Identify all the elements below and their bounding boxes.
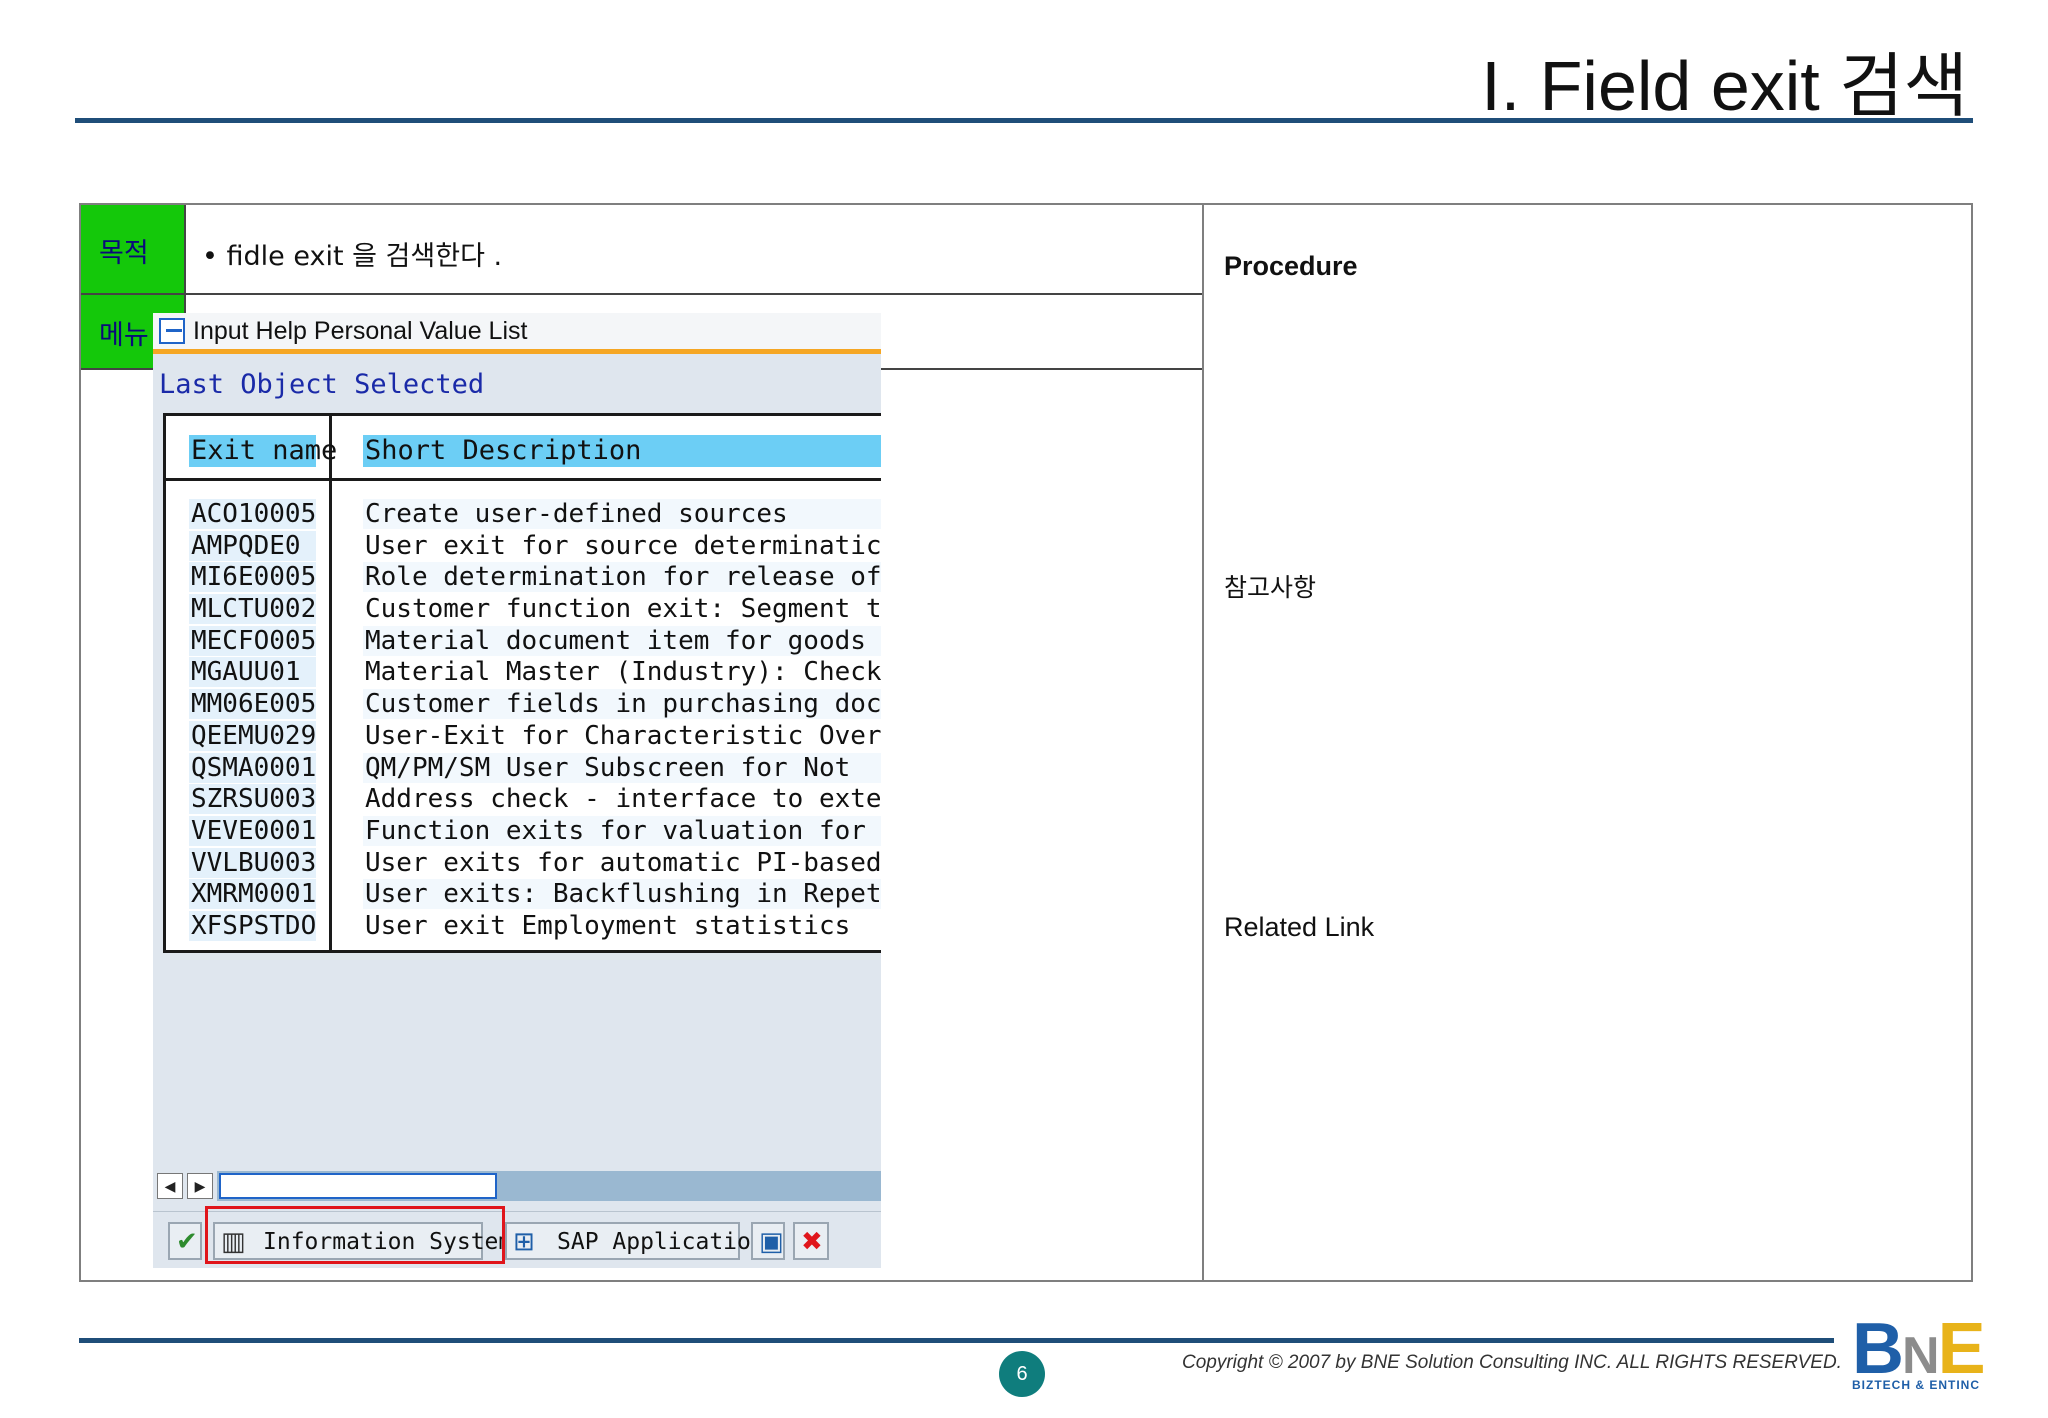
list-item[interactable]: QEEMU029 User-Exit for Characteristic Ove… xyxy=(165,720,881,753)
page-number: 6 xyxy=(999,1351,1045,1397)
short-description-cell: Address check - interface to exte xyxy=(363,784,881,815)
exit-name-cell: SZRSU003 xyxy=(189,784,316,815)
list-item[interactable]: XFSPSTDO User exit Employment statistics xyxy=(165,910,881,943)
exit-name-cell: ACO10005 xyxy=(189,499,316,529)
save-button[interactable]: ▣ xyxy=(751,1222,785,1260)
list-item[interactable]: QSMA0001 QM/PM/SM User Subscreen for Not xyxy=(165,752,881,785)
short-description-cell: Function exits for valuation for xyxy=(363,815,881,846)
list-caption: Last Object Selected xyxy=(159,369,485,400)
list-item[interactable]: ACO10005 Create user-defined sources xyxy=(165,499,881,531)
exit-list: ACO10005 Create user-defined sources AMPQD… xyxy=(165,499,881,943)
short-description-cell: Role determination for release of xyxy=(363,562,881,593)
sap-applications-button[interactable]: ⊞ SAP Applications xyxy=(505,1222,779,1260)
exit-name-cell: MI6E0005 xyxy=(189,562,316,593)
hierarchy-icon: ⊞ xyxy=(513,1226,535,1256)
list-item[interactable]: AMPQDE0 User exit for source determinatic xyxy=(165,530,881,563)
related-link-heading: Related Link xyxy=(1224,912,1375,942)
short-description-cell: Create user-defined sources xyxy=(363,499,881,529)
titlebar-accent xyxy=(153,349,881,354)
input-help-dialog: Input Help Personal Value List Last Obje… xyxy=(153,313,881,1268)
short-description-cell: QM/PM/SM User Subscreen for Not xyxy=(363,752,881,783)
scroll-right-icon[interactable]: ▶ xyxy=(187,1173,213,1199)
short-description-cell: User exit Employment statistics xyxy=(363,910,881,941)
scrollbar-thumb[interactable] xyxy=(219,1173,497,1199)
title-divider xyxy=(75,118,1973,123)
column-header-exit-name[interactable]: Exit name xyxy=(189,435,337,467)
logo-subtext: BIZTECH & ENTINC xyxy=(1852,1378,1980,1392)
reference-heading: 참고사항 xyxy=(1224,573,1317,602)
short-description-cell: User-Exit for Characteristic Over xyxy=(363,720,881,751)
list-item[interactable]: XMRM0001 User exits: Backflushing in Repe… xyxy=(165,879,881,911)
short-description-cell: User exits: Backflushing in Repet xyxy=(363,879,881,910)
save-icon: ▣ xyxy=(759,1226,784,1256)
exit-name-cell: AMPQDE0 xyxy=(189,530,316,561)
short-description-cell: Material Master (Industry): Check xyxy=(363,657,881,688)
footer-divider xyxy=(79,1338,1834,1343)
scroll-left-icon[interactable]: ◀ xyxy=(157,1173,183,1199)
exit-name-cell: MLCTU002 xyxy=(189,594,316,625)
exit-name-cell: MM06E005 xyxy=(189,689,316,720)
checkmark-icon: ✔ xyxy=(176,1226,198,1256)
copyright-text: Copyright © 2007 by BNE Solution Consult… xyxy=(1182,1352,1842,1373)
sap-applications-label: SAP Applications xyxy=(557,1229,779,1255)
purpose-label: 목적 xyxy=(81,205,184,293)
exit-name-cell: QSMA0001 xyxy=(189,752,316,783)
list-item[interactable]: MLCTU002 Customer function exit: Segment … xyxy=(165,594,881,626)
column-divider xyxy=(1202,203,1204,1282)
cancel-button[interactable]: ✖ xyxy=(793,1222,829,1260)
row-divider xyxy=(81,293,1202,295)
list-item[interactable]: VVLBU003 User exits for automatic PI-base… xyxy=(165,847,881,880)
column-header-short-description[interactable]: Short Description xyxy=(363,435,881,467)
short-description-cell: User exit for source determinatic xyxy=(363,530,881,561)
input-help-icon xyxy=(159,318,185,344)
list-item[interactable]: SZRSU003 Address check - interface to ext… xyxy=(165,784,881,816)
purpose-text: • fidle exit 을 검색한다 . xyxy=(202,241,503,272)
list-item[interactable]: MGAUU01 Material Master (Industry): Check xyxy=(165,657,881,689)
list-item[interactable]: MI6E0005 Role determination for release o… xyxy=(165,562,881,594)
short-description-cell: Customer function exit: Segment t xyxy=(363,594,881,625)
cancel-icon: ✖ xyxy=(801,1226,823,1256)
dialog-title: Input Help Personal Value List xyxy=(193,317,528,345)
exit-name-cell: QEEMU029 xyxy=(189,720,316,751)
short-description-cell: User exits for automatic PI-based xyxy=(363,847,881,878)
list-item[interactable]: MECFO005 Material document item for goods xyxy=(165,625,881,658)
exit-name-cell: VVLBU003 xyxy=(189,847,316,878)
exit-name-cell: XMRM0001 xyxy=(189,879,316,910)
procedure-heading: Procedure xyxy=(1224,251,1358,281)
highlight-box xyxy=(205,1206,505,1264)
exit-name-cell: VEVE0001 xyxy=(189,815,316,846)
list-item[interactable]: VEVE0001 Function exits for valuation for xyxy=(165,815,881,848)
bne-logo: BNE BIZTECH & ENTINC xyxy=(1852,1313,2002,1394)
exit-name-cell: MECFO005 xyxy=(189,625,316,656)
short-description-cell: Customer fields in purchasing doc xyxy=(363,689,881,720)
exit-name-cell: XFSPSTDO xyxy=(189,910,316,941)
short-description-cell: Material document item for goods xyxy=(363,625,881,656)
list-item[interactable]: MM06E005 Customer fields in purchasing do… xyxy=(165,689,881,721)
slide-title: I. Field exit 검색 xyxy=(1481,47,1968,125)
exit-name-cell: MGAUU01 xyxy=(189,657,316,688)
grid-header-separator xyxy=(163,478,881,481)
confirm-button[interactable]: ✔ xyxy=(168,1222,202,1260)
